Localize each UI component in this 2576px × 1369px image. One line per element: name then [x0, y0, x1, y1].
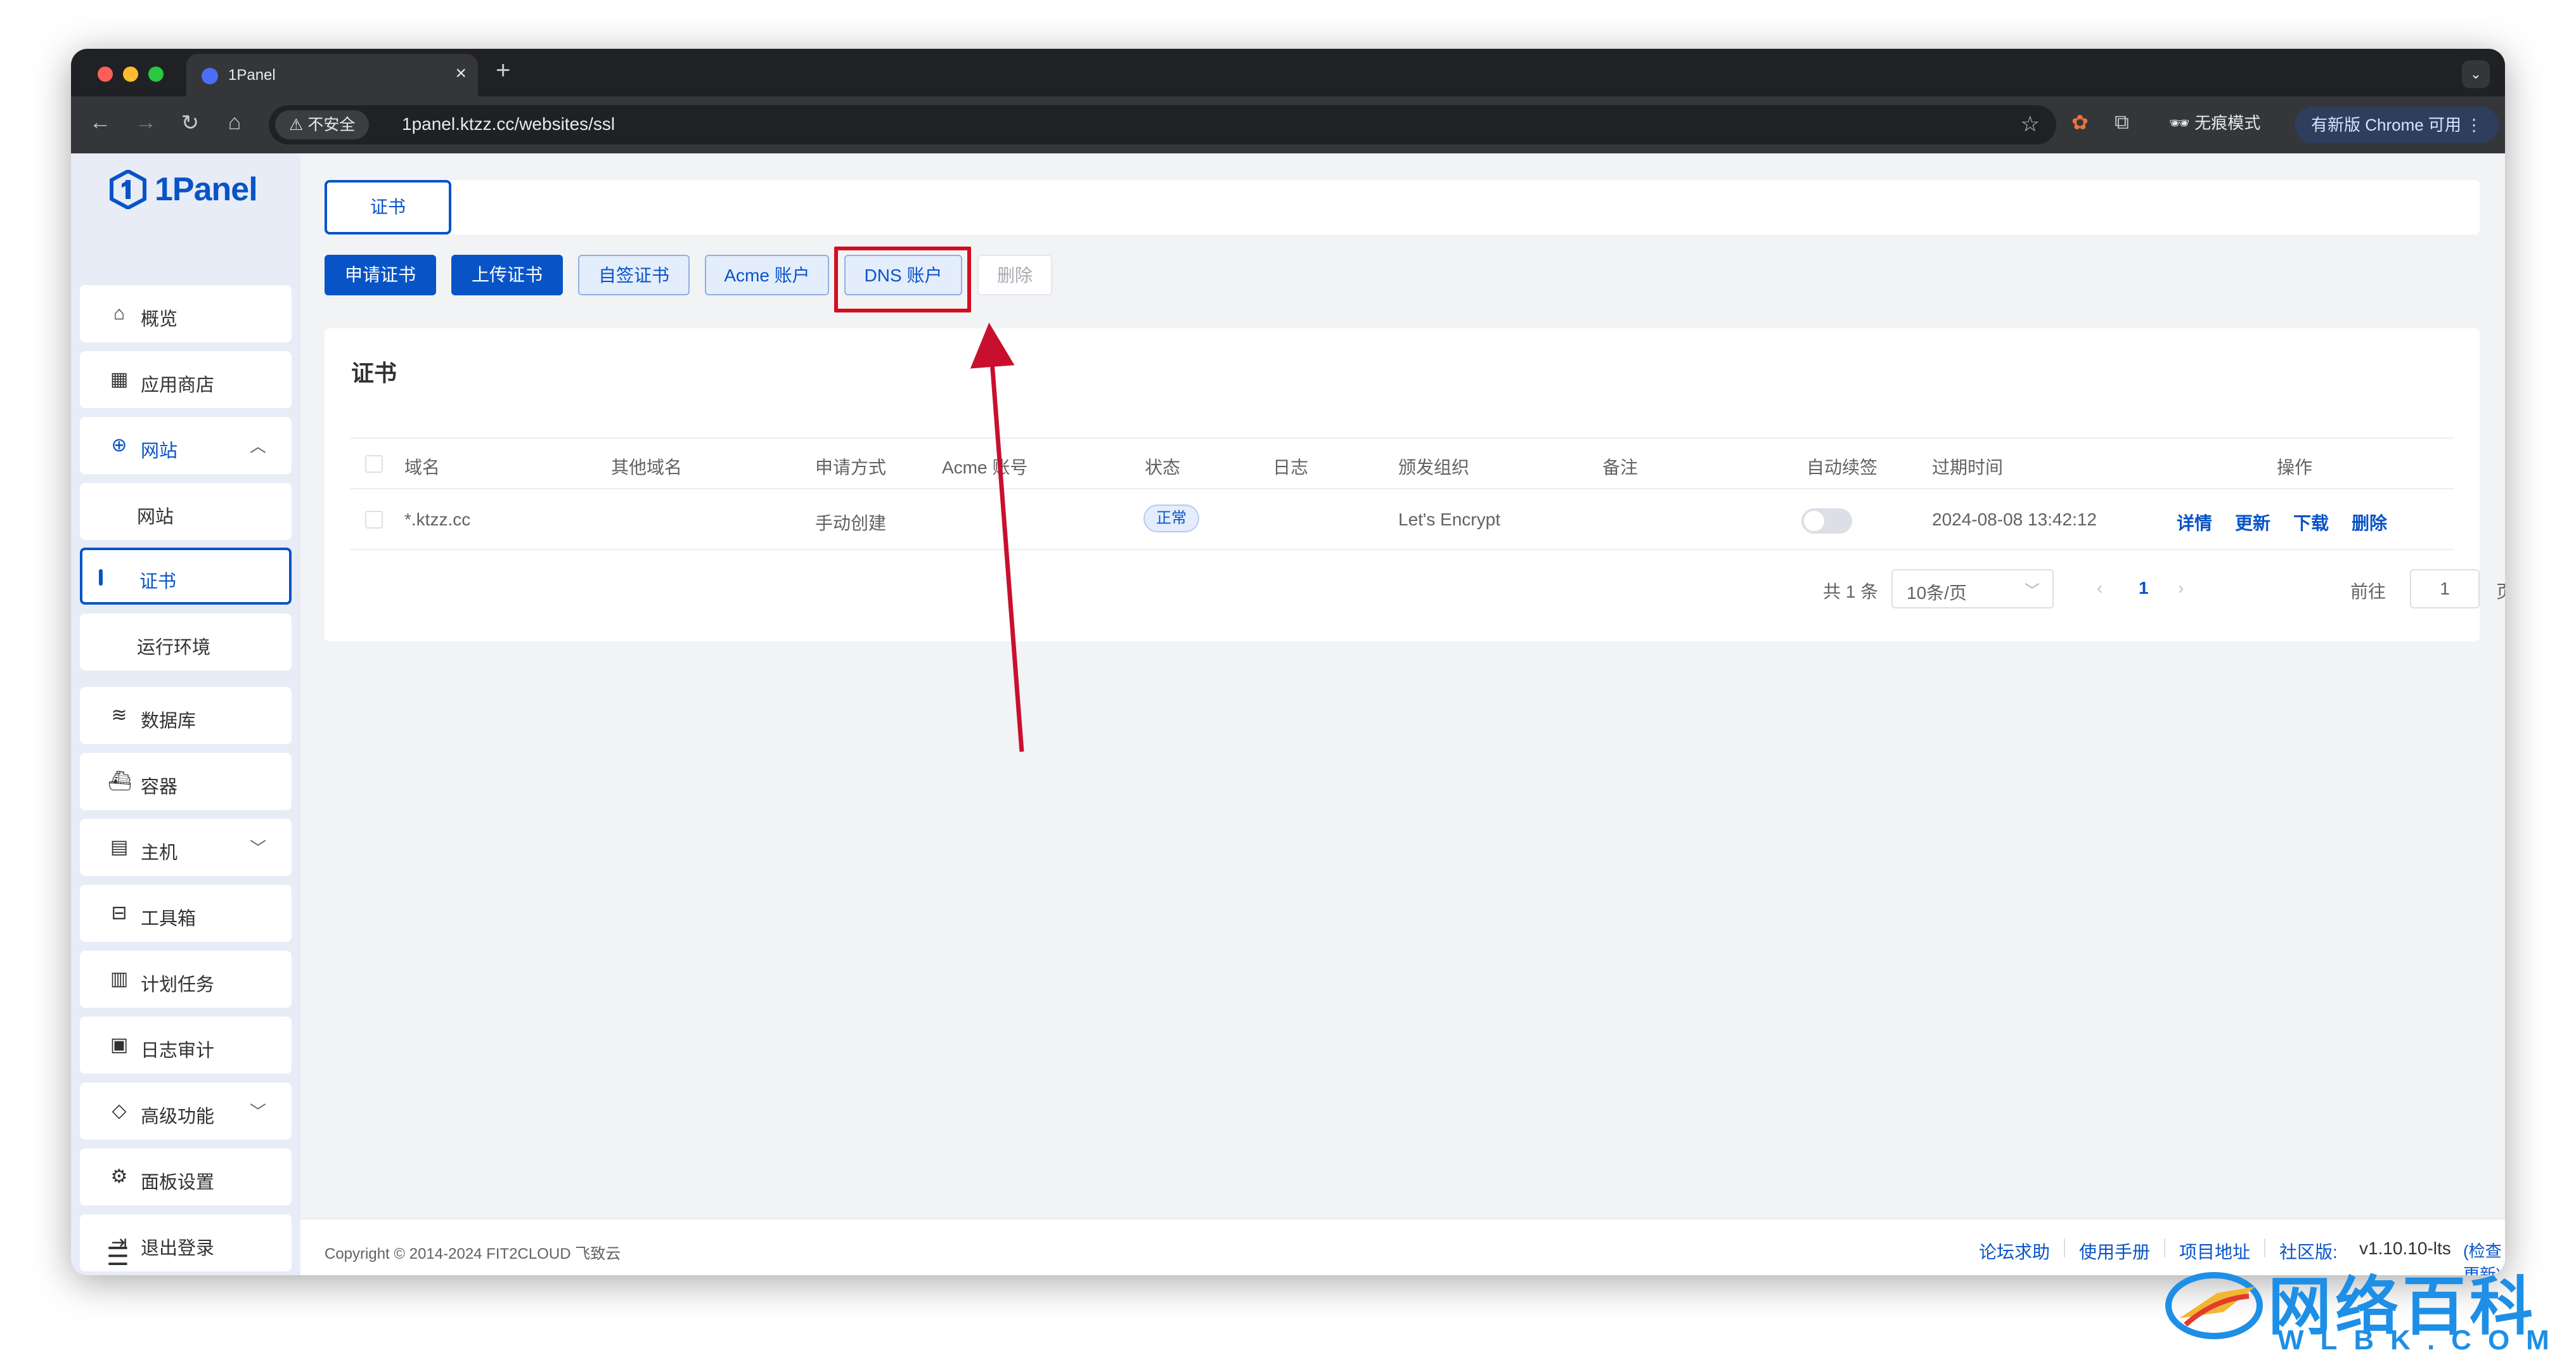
copyright-text: Copyright © 2014-2024 FIT2CLOUD 飞致云 — [325, 1245, 621, 1263]
log-icon: ▣ — [110, 1034, 129, 1055]
sidebar-item-toolbox[interactable]: ⊟ 工具箱 — [80, 885, 292, 942]
sidebar-item-overview[interactable]: ⌂ 概览 — [80, 285, 292, 342]
sidebar-item-websites[interactable]: ⊕ 网站 ︿ — [80, 417, 292, 474]
manual-link[interactable]: 使用手册 — [2079, 1238, 2150, 1264]
sidebar-item-host[interactable]: ▤ 主机 ﹀ — [80, 819, 292, 876]
watermark-subtitle: WLBK.COM — [2277, 1325, 2566, 1356]
server-icon: ▤ — [110, 837, 129, 858]
sidebar-item-settings[interactable]: ⚙ 面板设置 — [80, 1148, 292, 1205]
annotation-arrow — [970, 323, 1024, 752]
sidebar-item-containers[interactable]: ⛴ 容器 — [80, 753, 292, 810]
incognito-label: 无痕模式 — [2194, 113, 2261, 132]
sidebar-item-advanced[interactable]: ◇ 高级功能 ﹀ — [80, 1083, 292, 1140]
maximize-window-button[interactable] — [148, 67, 164, 82]
sidebar-item-label: 网站 — [141, 441, 178, 461]
sidebar-item-label: 主机 — [141, 843, 178, 863]
watermark-logo-icon — [2165, 1272, 2263, 1339]
watermark: 网络百科 WLBK.COM — [2160, 1255, 2566, 1356]
address-bar[interactable]: ⚠ 不安全 1panel.ktzz.cc/websites/ssl ☆ — [269, 105, 2056, 145]
sidebar-item-label: 网站 — [137, 507, 174, 527]
logo-text: 1Panel — [155, 171, 258, 208]
browser-tab[interactable]: 1Panel × — [186, 54, 478, 96]
reload-icon[interactable]: ↻ — [176, 110, 204, 136]
chrome-update-button[interactable]: 有新版 Chrome 可用 ⋮ — [2295, 106, 2499, 143]
logo: 1Panel — [109, 167, 258, 212]
1panel-favicon-icon — [202, 68, 218, 84]
sidebar-item-label: 容器 — [141, 777, 178, 797]
sidebar-item-label: 运行环境 — [137, 638, 211, 658]
grid-icon: ▦ — [110, 369, 129, 390]
sidebar-item-database[interactable]: ≋ 数据库 — [80, 687, 292, 744]
chevron-down-icon: ﹀ — [249, 1102, 266, 1121]
sidebar-item-label: 证书 — [139, 572, 177, 592]
sidebar-item-app-store[interactable]: ▦ 应用商店 — [80, 351, 292, 408]
gear-icon: ⚙ — [110, 1166, 128, 1187]
close-tab-icon[interactable]: × — [455, 63, 467, 84]
bookmark-star-icon[interactable]: ☆ — [2021, 112, 2040, 137]
sidebar-item-label: 退出登录 — [141, 1238, 215, 1259]
calendar-icon: ▥ — [110, 968, 129, 989]
sidebar-subitem-certificates[interactable]: 证书 — [80, 548, 292, 605]
tab-title: 1Panel — [228, 67, 276, 84]
active-indicator — [99, 569, 103, 586]
home-icon[interactable]: ⌂ — [221, 110, 248, 135]
sidebar-item-label: 工具箱 — [141, 909, 196, 929]
sidebar-subitem-websites[interactable]: 网站 — [80, 483, 292, 540]
sidebar-subitem-runtime[interactable]: 运行环境 — [80, 614, 292, 671]
sidebar-item-label: 概览 — [141, 309, 178, 330]
close-window-button[interactable] — [98, 67, 113, 82]
browser-window: 1Panel × + ⌄ ← → ↻ ⌂ ⚠ 不安全 1panel.ktzz.c… — [71, 49, 2505, 1275]
back-icon[interactable]: ← — [86, 110, 114, 135]
forum-link[interactable]: 论坛求助 — [1979, 1238, 2050, 1264]
url-text[interactable]: 1panel.ktzz.cc/websites/ssl — [402, 114, 615, 134]
sidebar: 1Panel ⌂ 概览 ▦ 应用商店 ⊕ 网站 ︿ 网站 证书 运行环境 ≋ 数… — [71, 153, 300, 1275]
docker-icon: ⛴ — [108, 771, 132, 792]
sidebar-item-logs[interactable]: ▣ 日志审计 — [80, 1017, 292, 1074]
toolbox-icon: ⊟ — [111, 903, 127, 923]
minimize-window-button[interactable] — [123, 67, 138, 82]
chrome-update-label: 有新版 Chrome 可用 — [2311, 115, 2461, 134]
home-icon: ⌂ — [113, 303, 126, 324]
sidebar-item-label: 高级功能 — [141, 1107, 215, 1127]
extensions-puzzle-icon[interactable]: ⧉ — [2115, 110, 2129, 134]
browser-toolbar: ← → ↻ ⌂ ⚠ 不安全 1panel.ktzz.cc/websites/ss… — [71, 96, 2505, 153]
1panel-logo-icon — [110, 170, 146, 209]
tab-search-icon[interactable]: ⌄ — [2462, 60, 2490, 88]
chevron-up-icon: ︿ — [249, 437, 266, 456]
sidebar-item-label: 面板设置 — [141, 1173, 215, 1193]
sidebar-item-label: 计划任务 — [141, 975, 215, 995]
incognito-indicator[interactable]: 🕶 无痕模式 — [2169, 110, 2260, 134]
sidebar-item-label: 日志审计 — [141, 1041, 215, 1061]
new-tab-icon[interactable]: + — [496, 56, 510, 85]
globe-icon: ⊕ — [111, 435, 127, 456]
not-secure-label: 不安全 — [307, 116, 356, 134]
extension-icon[interactable]: ✿ — [2071, 110, 2089, 134]
collapse-menu-icon[interactable]: ☰ — [106, 1242, 129, 1271]
forward-icon[interactable]: → — [132, 110, 160, 135]
sidebar-item-label: 应用商店 — [141, 375, 215, 395]
sidebar-item-cron-jobs[interactable]: ▥ 计划任务 — [80, 951, 292, 1008]
diamond-icon: ◇ — [112, 1100, 127, 1121]
footer-divider — [2064, 1238, 2065, 1257]
chevron-down-icon: ﹀ — [249, 839, 266, 858]
not-secure-badge[interactable]: ⚠ 不安全 — [275, 110, 370, 139]
sidebar-item-label: 数据库 — [141, 711, 196, 731]
main-content: 证书 申请证书 上传证书 自签证书 Acme 账户 DNS 账户 删除 证书 域… — [300, 153, 2505, 1275]
browser-tab-bar: 1Panel × + ⌄ — [71, 49, 2505, 96]
layers-icon: ≋ — [111, 705, 127, 726]
